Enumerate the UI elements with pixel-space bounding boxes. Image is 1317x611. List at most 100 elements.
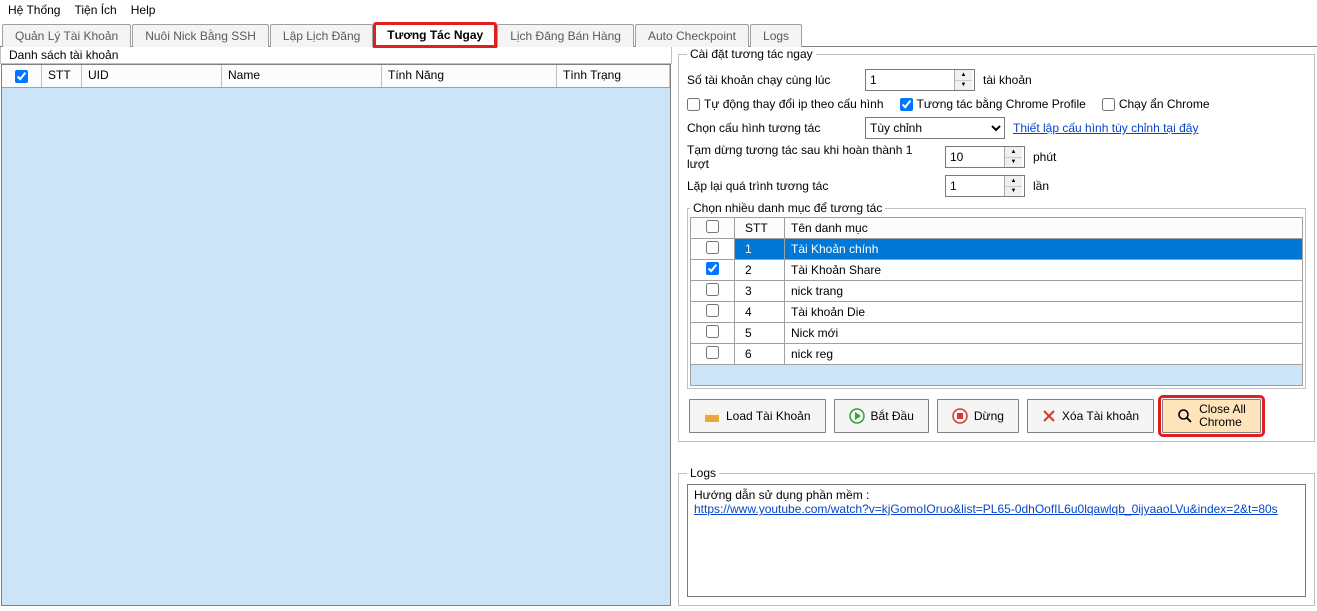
logs-legend: Logs [687, 466, 719, 480]
row-checkbox[interactable] [706, 241, 719, 254]
stop-button[interactable]: Dừng [937, 399, 1019, 433]
cat-footer [691, 365, 1303, 386]
logs-panel: Logs Hướng dẫn sử dụng phần mềm : https:… [676, 466, 1317, 606]
menu-help[interactable]: Help [131, 3, 156, 17]
table-row[interactable]: 2Tài Khoản Share [691, 260, 1303, 281]
row-checkbox[interactable] [706, 304, 719, 317]
menu-system[interactable]: Hệ Thống [8, 3, 60, 17]
checkbox-autoip-label: Tự động thay đổi ip theo cấu hình [704, 97, 884, 111]
account-list-legend: Danh sách tài khoản [0, 47, 672, 64]
load-accounts-button[interactable]: Load Tài Khoản [689, 399, 826, 433]
checkbox-hidden-chrome-label: Chạy ẩn Chrome [1119, 97, 1210, 111]
checkbox-chrome-profile-input[interactable] [900, 98, 913, 111]
select-all-checkbox[interactable] [15, 70, 28, 83]
cat-col-stt[interactable]: STT [735, 218, 785, 239]
col-status[interactable]: Tình Trạng [557, 65, 670, 87]
table-row[interactable]: 3nick trang [691, 281, 1303, 302]
pause-input[interactable] [946, 147, 1004, 167]
repeat-input[interactable] [946, 176, 1004, 196]
row-name: Nick mới [785, 323, 1303, 344]
concurrent-spinner[interactable]: ▲ ▼ [865, 69, 975, 91]
label-config: Chọn cấu hình tương tác [687, 121, 857, 135]
tab-logs[interactable]: Logs [750, 24, 802, 47]
play-icon [849, 408, 865, 424]
spin-up-icon[interactable]: ▲ [1005, 147, 1022, 158]
row-name: Tài Khoản Share [785, 260, 1303, 281]
label-repeat: Lặp lại quá trình tương tác [687, 179, 937, 193]
menu-utilities[interactable]: Tiện Ích [74, 3, 116, 17]
col-uid[interactable]: UID [82, 65, 222, 87]
tab-schedule[interactable]: Lập Lịch Đăng [270, 24, 373, 47]
row-checkbox[interactable] [706, 346, 719, 359]
delete-button-label: Xóa Tài khoản [1062, 409, 1139, 423]
close-all-label: Close All Chrome [1199, 403, 1246, 429]
start-button[interactable]: Bắt Đầu [834, 399, 929, 433]
row-stt: 5 [735, 323, 785, 344]
col-name[interactable]: Name [222, 65, 382, 87]
config-link[interactable]: Thiết lập cấu hình tùy chỉnh tại đây [1013, 121, 1198, 135]
table-row[interactable]: 1Tài Khoản chính [691, 239, 1303, 260]
pause-spinner[interactable]: ▲ ▼ [945, 146, 1025, 168]
table-row[interactable]: 6nick reg [691, 344, 1303, 365]
row-checkbox[interactable] [706, 283, 719, 296]
tab-checkpoint[interactable]: Auto Checkpoint [635, 24, 749, 47]
start-button-label: Bắt Đầu [871, 409, 914, 423]
account-table-header: STT UID Name Tính Năng Tình Trạng [2, 65, 670, 88]
cat-select-all[interactable] [706, 220, 719, 233]
checkbox-chrome-profile-label: Tương tác bằng Chrome Profile [917, 97, 1086, 111]
col-feat[interactable]: Tính Năng [382, 65, 557, 87]
spin-up-icon[interactable]: ▲ [1005, 176, 1022, 187]
table-row[interactable]: 4Tài khoản Die [691, 302, 1303, 323]
spin-down-icon[interactable]: ▼ [1005, 158, 1022, 168]
tab-ssh[interactable]: Nuôi Nick Bằng SSH [132, 24, 269, 47]
tab-accounts[interactable]: Quản Lý Tài Khoản [2, 24, 131, 47]
row-name: Tài Khoản chính [785, 239, 1303, 260]
row-checkbox[interactable] [706, 325, 719, 338]
close-all-chrome-button[interactable]: Close All Chrome [1162, 399, 1261, 433]
logs-intro: Hướng dẫn sử dụng phần mềm : [694, 488, 1299, 502]
label-concurrent: Số tài khoản chạy cùng lúc [687, 73, 857, 87]
label-pause: Tạm dừng tương tác sau khi hoàn thành 1 … [687, 143, 937, 171]
col-stt[interactable]: STT [42, 65, 82, 87]
settings-legend: Cài đặt tương tác ngay [687, 47, 816, 61]
config-select[interactable]: Tùy chỉnh [865, 117, 1005, 139]
tab-sale-schedule[interactable]: Lịch Đăng Bán Hàng [497, 24, 634, 47]
checkbox-chrome-profile[interactable]: Tương tác bằng Chrome Profile [900, 97, 1086, 111]
col-checkbox[interactable] [2, 65, 42, 87]
row-name: Tài khoản Die [785, 302, 1303, 323]
load-button-label: Load Tài Khoản [726, 409, 811, 423]
spin-up-icon[interactable]: ▲ [955, 70, 972, 81]
stop-button-label: Dừng [974, 409, 1004, 423]
categories-legend: Chọn nhiều danh mục để tương tác [690, 201, 885, 215]
delete-account-button[interactable]: Xóa Tài khoản [1027, 399, 1154, 433]
cat-col-check[interactable] [691, 218, 735, 239]
spin-down-icon[interactable]: ▼ [1005, 187, 1022, 197]
logs-textbox[interactable]: Hướng dẫn sử dụng phần mềm : https://www… [687, 484, 1306, 597]
action-buttons: Load Tài Khoản Bắt Đầu Dừng [687, 399, 1306, 433]
unit-repeat: lần [1033, 179, 1049, 193]
repeat-spinner[interactable]: ▲ ▼ [945, 175, 1025, 197]
magnifier-icon [1177, 408, 1193, 424]
checkbox-hidden-chrome[interactable]: Chạy ẩn Chrome [1102, 97, 1210, 111]
menubar: Hệ Thống Tiện Ích Help [0, 0, 1317, 20]
spin-down-icon[interactable]: ▼ [955, 81, 972, 91]
account-table[interactable]: STT UID Name Tính Năng Tình Trạng [1, 64, 671, 606]
row-stt: 3 [735, 281, 785, 302]
category-table[interactable]: STT Tên danh mục 1Tài Khoản chính2Tài Kh… [690, 217, 1303, 386]
row-stt: 1 [735, 239, 785, 260]
logs-url-link[interactable]: https://www.youtube.com/watch?v=kjGomoIO… [694, 502, 1278, 516]
cat-col-name[interactable]: Tên danh mục [785, 218, 1303, 239]
delete-x-icon [1042, 409, 1056, 423]
main-tabs: Quản Lý Tài Khoản Nuôi Nick Bằng SSH Lập… [0, 22, 1317, 47]
row-stt: 4 [735, 302, 785, 323]
checkbox-autoip[interactable]: Tự động thay đổi ip theo cấu hình [687, 97, 884, 111]
row-stt: 6 [735, 344, 785, 365]
checkbox-hidden-chrome-input[interactable] [1102, 98, 1115, 111]
checkbox-autoip-input[interactable] [687, 98, 700, 111]
tab-interact-now[interactable]: Tương Tác Ngay [374, 23, 496, 47]
row-stt: 2 [735, 260, 785, 281]
row-checkbox[interactable] [706, 262, 719, 275]
table-row[interactable]: 5Nick mới [691, 323, 1303, 344]
stop-icon [952, 408, 968, 424]
concurrent-input[interactable] [866, 70, 954, 90]
